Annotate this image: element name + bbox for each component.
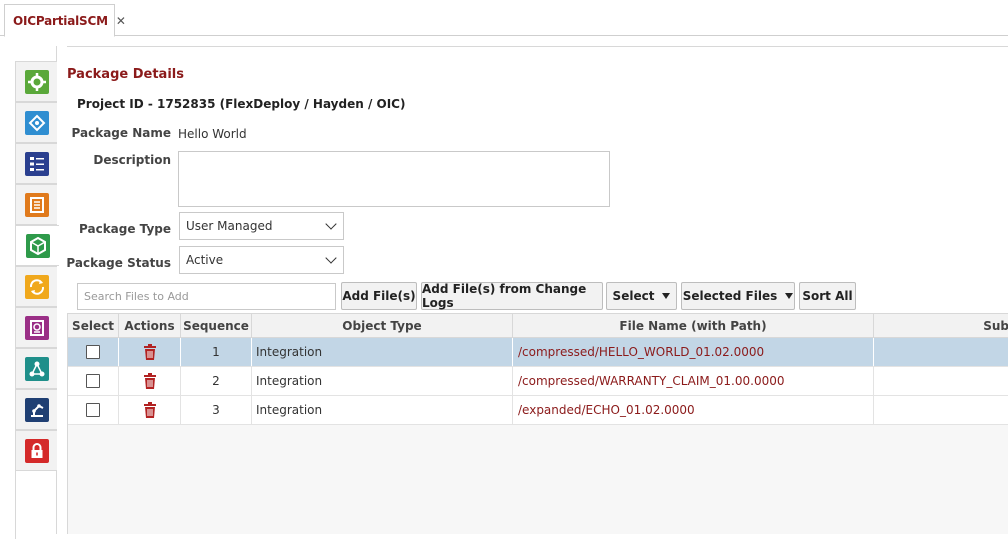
rail-item-sync[interactable] — [15, 266, 57, 307]
file-name-cell: /compressed/WARRANTY_CLAIM_01.00.0000 — [513, 367, 874, 395]
package-type-select[interactable]: User Managed — [179, 212, 344, 240]
tab-label: OICPartialSCM — [13, 13, 108, 28]
delete-icon[interactable] — [143, 373, 157, 389]
package-cube-icon — [25, 233, 50, 258]
dropdown-arrow-icon — [785, 293, 794, 299]
selected-files-label: Selected Files — [682, 289, 778, 303]
object-type-cell: Integration — [252, 396, 513, 424]
rail-item-security[interactable] — [15, 430, 57, 471]
add-files-from-change-logs-button[interactable]: Add File(s) from Change Logs — [421, 282, 603, 310]
tab-oicpartialscm[interactable]: OICPartialSCM ✕ — [4, 4, 126, 37]
column-header-actions[interactable]: Actions — [119, 314, 181, 338]
package-name-label: Package Name — [71, 126, 171, 140]
select-cell — [68, 367, 119, 395]
object-type-cell: Integration — [252, 367, 513, 395]
column-header-sub[interactable]: Sub — [874, 314, 1008, 338]
search-files-input[interactable]: Search Files to Add — [77, 283, 336, 310]
document-icon — [24, 192, 49, 217]
actions-cell — [119, 338, 181, 366]
package-type-value: User Managed — [186, 219, 273, 233]
tab-bar: OICPartialSCM ✕ — [0, 0, 1008, 37]
delete-icon[interactable] — [143, 402, 157, 418]
row-checkbox[interactable] — [86, 403, 100, 417]
network-icon — [24, 356, 49, 381]
rail-item-automation[interactable] — [15, 389, 57, 430]
gear-icon — [24, 69, 49, 94]
table-row[interactable]: 1 Integration /compressed/HELLO_WORLD_01… — [68, 338, 1008, 367]
row-checkbox[interactable] — [86, 374, 100, 388]
column-header-file-name[interactable]: File Name (with Path) — [513, 314, 874, 338]
sub-cell — [874, 396, 1008, 424]
file-name-cell: /compressed/HELLO_WORLD_01.02.0000 — [513, 338, 874, 366]
close-icon[interactable]: ✕ — [116, 14, 126, 28]
sequence-cell: 2 — [181, 367, 252, 395]
select-label: Select — [612, 289, 655, 303]
sequence-cell: 1 — [181, 338, 252, 366]
package-status-label: Package Status — [66, 256, 171, 270]
package-status-value: Active — [186, 253, 224, 267]
actions-cell — [119, 367, 181, 395]
selected-files-menu-button[interactable]: Selected Files — [681, 282, 795, 310]
files-table: Select Actions Sequence Object Type File… — [67, 313, 1008, 534]
chevron-down-icon — [325, 252, 337, 264]
page-title: Package Details — [67, 67, 184, 82]
report-icon — [24, 315, 49, 340]
actions-cell — [119, 396, 181, 424]
checklist-icon — [24, 151, 49, 176]
column-header-object-type[interactable]: Object Type — [252, 314, 513, 338]
chevron-down-icon — [325, 218, 337, 230]
sort-all-button[interactable]: Sort All — [799, 282, 856, 310]
row-checkbox[interactable] — [86, 345, 100, 359]
lock-icon — [24, 438, 49, 463]
rail-item-reports[interactable] — [15, 307, 57, 348]
search-placeholder: Search Files to Add — [84, 290, 189, 303]
table-row[interactable]: 2 Integration /compressed/WARRANTY_CLAIM… — [68, 367, 1008, 396]
select-menu-button[interactable]: Select — [606, 282, 677, 310]
project-info: Project ID - 1752835 (FlexDeploy / Hayde… — [77, 97, 406, 111]
robot-arm-icon — [24, 397, 49, 422]
column-header-sequence[interactable]: Sequence — [181, 314, 252, 338]
package-name-value: Hello World — [178, 127, 247, 141]
column-header-select[interactable]: Select — [68, 314, 119, 338]
side-rail — [0, 46, 59, 539]
add-files-button[interactable]: Add File(s) — [341, 282, 417, 310]
rail-item-notes[interactable] — [15, 184, 57, 225]
delete-icon[interactable] — [143, 344, 157, 360]
select-cell — [68, 396, 119, 424]
object-type-cell: Integration — [252, 338, 513, 366]
description-label: Description — [93, 153, 171, 167]
table-row[interactable]: 3 Integration /expanded/ECHO_01.02.0000 — [68, 396, 1008, 425]
integration-icon — [24, 110, 49, 135]
dropdown-arrow-icon — [662, 293, 671, 299]
table-header: Select Actions Sequence Object Type File… — [68, 313, 1008, 338]
sequence-cell: 3 — [181, 396, 252, 424]
description-field[interactable] — [178, 151, 610, 207]
file-name-cell: /expanded/ECHO_01.02.0000 — [513, 396, 874, 424]
sub-cell — [874, 338, 1008, 366]
rail-item-properties[interactable] — [15, 61, 57, 102]
rail-spacer — [15, 469, 57, 539]
package-status-select[interactable]: Active — [179, 246, 344, 274]
sync-icon — [24, 274, 49, 299]
sub-cell — [874, 367, 1008, 395]
rail-item-network[interactable] — [15, 348, 57, 389]
package-type-label: Package Type — [79, 222, 171, 236]
select-cell — [68, 338, 119, 366]
